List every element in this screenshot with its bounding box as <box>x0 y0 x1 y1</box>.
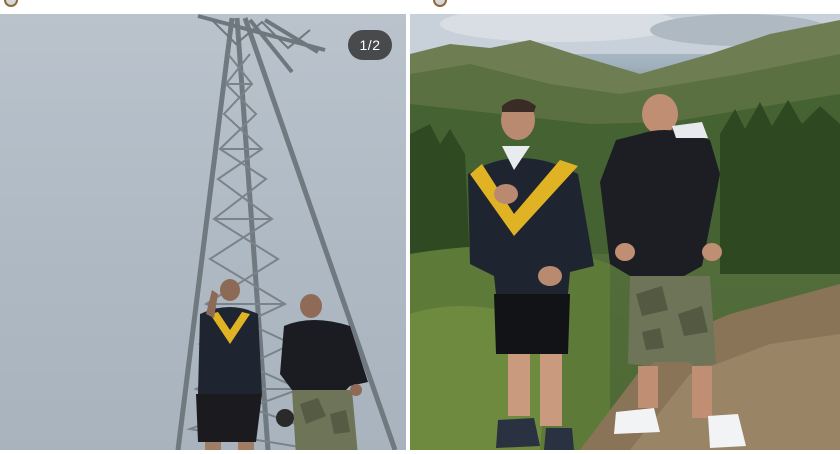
person-right <box>276 294 368 450</box>
photo-mountain-trail[interactable] <box>410 14 840 450</box>
mountain-scene <box>410 14 840 450</box>
tower-scene <box>175 14 398 450</box>
profile-avatar-icon[interactable] <box>433 0 447 7</box>
top-strip <box>0 0 840 14</box>
carousel-counter: 1/2 <box>348 30 392 60</box>
photo-tower[interactable]: 1/2 <box>0 14 406 450</box>
profile-avatar-icon[interactable] <box>4 0 18 7</box>
bottom-strip <box>0 450 840 454</box>
